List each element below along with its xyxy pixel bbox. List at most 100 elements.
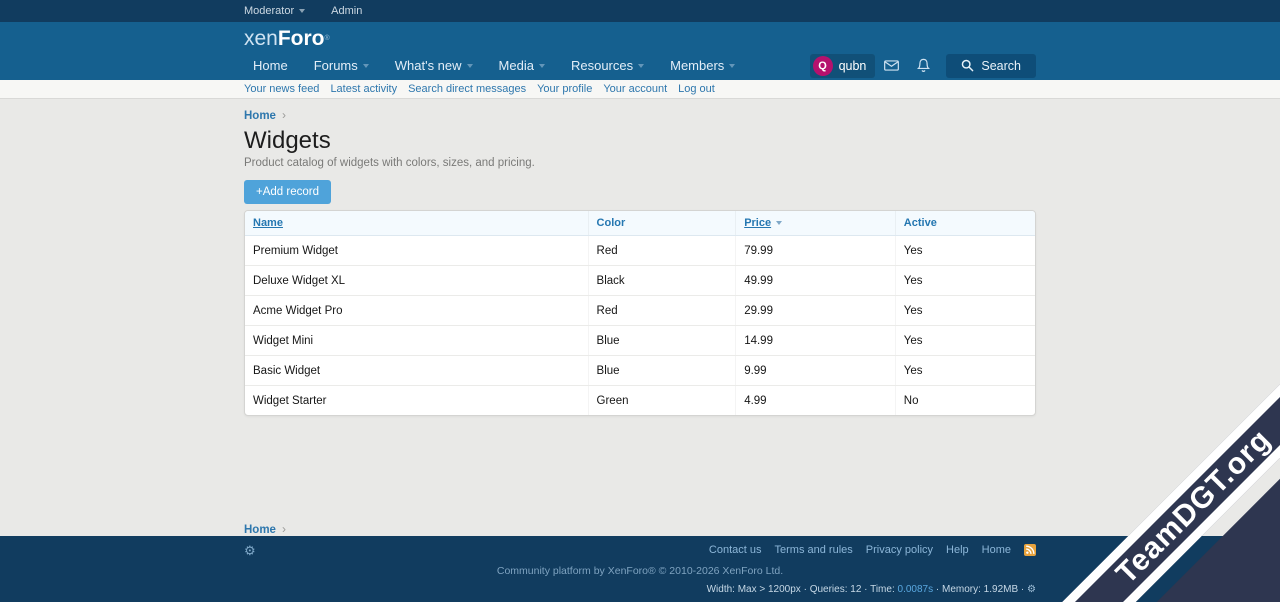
avatar: Q xyxy=(813,56,833,76)
cell-color: Black xyxy=(588,266,736,296)
moderator-bar: Moderator Admin xyxy=(0,0,1280,22)
breadcrumb-bottom: Home › xyxy=(244,522,1036,536)
footer-privacy-policy[interactable]: Privacy policy xyxy=(866,544,933,556)
cell-color: Blue xyxy=(588,356,736,386)
cell-price: 14.99 xyxy=(736,326,896,356)
alerts-button[interactable] xyxy=(908,54,939,77)
chevron-down-icon xyxy=(729,64,735,68)
cell-color: Red xyxy=(588,296,736,326)
footer-links: Contact us Terms and rules Privacy polic… xyxy=(709,544,1036,556)
cell-price: 4.99 xyxy=(736,386,896,416)
debug-gear-button[interactable]: ⚙ xyxy=(1027,584,1036,595)
rss-button[interactable] xyxy=(1024,544,1036,556)
nav-tab-home-label: Home xyxy=(253,58,288,73)
column-header-price-label: Price xyxy=(744,217,771,229)
moderator-menu[interactable]: Moderator xyxy=(244,5,305,17)
status-text: · Memory: 1.92MB · xyxy=(936,584,1024,595)
cell-name: Deluxe Widget XL xyxy=(245,266,588,296)
cell-price: 49.99 xyxy=(736,266,896,296)
chevron-down-icon xyxy=(299,9,305,13)
subnav-your-account[interactable]: Your account xyxy=(603,83,667,95)
subnav-news-feed[interactable]: Your news feed xyxy=(244,83,319,95)
chevron-right-icon: › xyxy=(282,522,286,536)
column-header-name[interactable]: Name xyxy=(245,211,588,236)
cell-color: Red xyxy=(588,236,736,266)
xenforo-logo[interactable]: xenForo® xyxy=(244,22,1036,51)
nav-tab-whats-new[interactable]: What's new xyxy=(382,52,486,79)
chevron-down-icon xyxy=(638,64,644,68)
username: qubn xyxy=(839,59,867,73)
cell-color: Green xyxy=(588,386,736,416)
debug-statusbar: Width: Max > 1200px · Queries: 12 · Time… xyxy=(244,584,1036,595)
sub-navigation: Your news feed Latest activity Search di… xyxy=(0,80,1280,99)
status-text: Width: Max > 1200px · Queries: 12 · Time… xyxy=(707,584,895,595)
account-menu[interactable]: Q qubn xyxy=(810,54,876,78)
table-row[interactable]: Basic Widget Blue 9.99 Yes xyxy=(245,356,1035,386)
footer: ⚙ Contact us Terms and rules Privacy pol… xyxy=(0,536,1280,602)
chevron-down-icon xyxy=(467,64,473,68)
bell-icon xyxy=(917,58,930,73)
cell-name: Widget Starter xyxy=(245,386,588,416)
column-header-color-label: Color xyxy=(597,217,626,229)
subnav-your-profile[interactable]: Your profile xyxy=(537,83,592,95)
footer-terms-rules[interactable]: Terms and rules xyxy=(775,544,853,556)
page-subtitle: Product catalog of widgets with colors, … xyxy=(244,157,1036,169)
nav-tab-media[interactable]: Media xyxy=(486,52,558,79)
cell-price: 9.99 xyxy=(736,356,896,386)
gear-icon: ⚙ xyxy=(244,543,256,558)
nav-tab-forums-label: Forums xyxy=(314,58,358,73)
breadcrumb-home-link[interactable]: Home xyxy=(244,110,276,122)
cell-active: Yes xyxy=(895,296,1035,326)
page-content: Home › Widgets Product catalog of widgets… xyxy=(0,99,1280,536)
column-header-price[interactable]: Price xyxy=(736,211,896,236)
admin-link[interactable]: Admin xyxy=(331,5,362,17)
table-row[interactable]: Deluxe Widget XL Black 49.99 Yes xyxy=(245,266,1035,296)
search-button[interactable]: Search xyxy=(946,54,1036,78)
subnav-log-out[interactable]: Log out xyxy=(678,83,715,95)
column-header-active-label: Active xyxy=(904,217,937,229)
subnav-search-direct-messages[interactable]: Search direct messages xyxy=(408,83,526,95)
logo-foro: Foro xyxy=(278,27,325,50)
logo-xen: xen xyxy=(244,27,278,50)
cell-active: Yes xyxy=(895,236,1035,266)
subnav-latest-activity[interactable]: Latest activity xyxy=(330,83,397,95)
column-header-color: Color xyxy=(588,211,736,236)
cell-price: 29.99 xyxy=(736,296,896,326)
breadcrumb: Home› xyxy=(244,108,1036,122)
page-title: Widgets xyxy=(244,128,1036,154)
style-chooser-button[interactable]: ⚙ xyxy=(244,544,256,557)
rss-icon xyxy=(1024,544,1036,556)
nav-tab-resources-label: Resources xyxy=(571,58,633,73)
table-row[interactable]: Widget Mini Blue 14.99 Yes xyxy=(245,326,1035,356)
breadcrumb-home-link[interactable]: Home xyxy=(244,524,276,536)
nav-tab-home[interactable]: Home xyxy=(240,52,301,79)
table-header-row: Name Color Price Active xyxy=(245,211,1035,236)
column-header-name-label: Name xyxy=(253,217,283,229)
cell-active: No xyxy=(895,386,1035,416)
table-row[interactable]: Premium Widget Red 79.99 Yes xyxy=(245,236,1035,266)
footer-help[interactable]: Help xyxy=(946,544,969,556)
footer-contact-us[interactable]: Contact us xyxy=(709,544,762,556)
moderator-menu-label: Moderator xyxy=(244,5,294,17)
cell-price: 79.99 xyxy=(736,236,896,266)
table-row[interactable]: Acme Widget Pro Red 29.99 Yes xyxy=(245,296,1035,326)
nav-tab-forums[interactable]: Forums xyxy=(301,52,382,79)
main-header: xenForo® Home Forums What's new Media Re… xyxy=(0,22,1280,80)
cell-active: Yes xyxy=(895,356,1035,386)
chevron-down-icon xyxy=(363,64,369,68)
cell-active: Yes xyxy=(895,326,1035,356)
nav-tab-members[interactable]: Members xyxy=(657,52,748,79)
footer-home[interactable]: Home xyxy=(982,544,1011,556)
add-record-button[interactable]: +Add record xyxy=(244,180,331,204)
nav-tab-media-label: Media xyxy=(499,58,534,73)
sort-descending-icon xyxy=(776,221,782,225)
cell-name: Basic Widget xyxy=(245,356,588,386)
cell-color: Blue xyxy=(588,326,736,356)
nav-tab-whats-new-label: What's new xyxy=(395,58,462,73)
nav-tab-resources[interactable]: Resources xyxy=(558,52,657,79)
column-header-active: Active xyxy=(895,211,1035,236)
status-time: 0.0087s xyxy=(898,584,934,595)
table-row[interactable]: Widget Starter Green 4.99 No xyxy=(245,386,1035,416)
main-nav: Home Forums What's new Media Resources M… xyxy=(244,52,1036,79)
inbox-button[interactable] xyxy=(875,56,908,75)
